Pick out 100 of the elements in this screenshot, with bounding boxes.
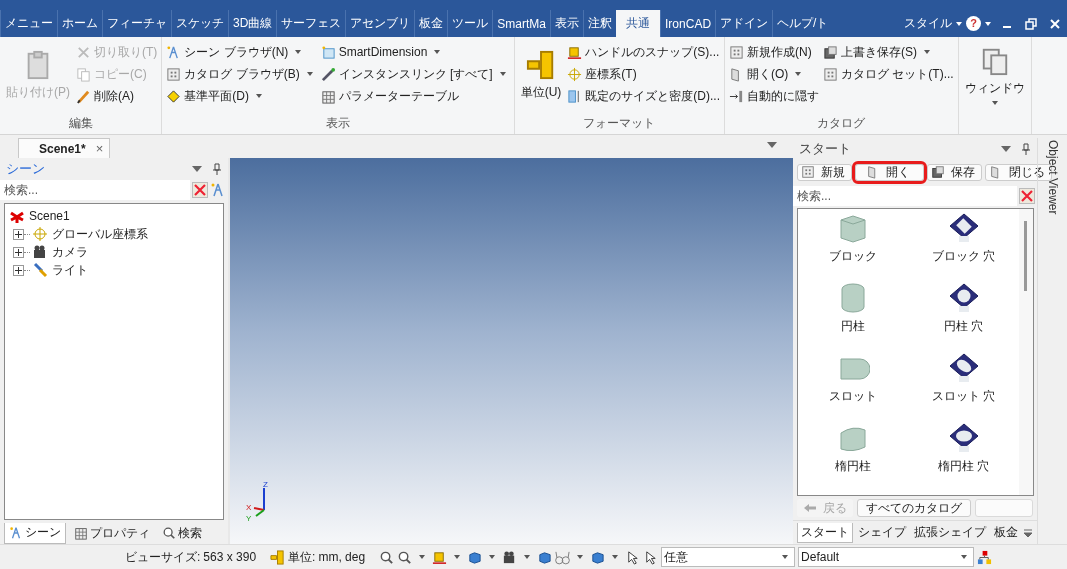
grid-icon bbox=[801, 165, 815, 179]
style-menu[interactable]: スタイル bbox=[904, 10, 952, 37]
box-icon bbox=[590, 549, 606, 565]
ribbon-button[interactable]: 自動的に隠す bbox=[729, 85, 820, 107]
pin-icon[interactable] bbox=[212, 163, 222, 175]
box-icon bbox=[467, 549, 483, 565]
ribbon-button[interactable]: 削除(A) bbox=[76, 85, 158, 107]
catalog-tab[interactable]: スタート bbox=[797, 522, 853, 543]
tree-item[interactable]: Scene1 bbox=[29, 209, 70, 223]
ribbon-button[interactable]: SmartDimension bbox=[320, 41, 510, 63]
disk-icon bbox=[823, 44, 839, 60]
panel-tab[interactable]: 検索 bbox=[158, 523, 206, 543]
catalog-tab[interactable]: 拡張シェイプ bbox=[911, 522, 989, 543]
ribbon-button[interactable]: 開く(O) bbox=[729, 63, 820, 85]
ribbon-tab[interactable]: 共通 bbox=[616, 10, 661, 37]
glasses-icon bbox=[555, 549, 571, 565]
tree-item[interactable]: グローバル座標系 bbox=[52, 225, 148, 243]
axis-triad-drawing: Z X Y bbox=[244, 480, 276, 522]
expand-icon[interactable] bbox=[13, 228, 24, 240]
expand-icon[interactable] bbox=[13, 264, 24, 276]
back-arrow-icon bbox=[803, 503, 817, 513]
camera-icon bbox=[32, 244, 48, 260]
clear-icon[interactable] bbox=[192, 182, 208, 198]
all-catalogs-button[interactable]: すべてのカタログ bbox=[857, 499, 971, 517]
pencil-icon bbox=[76, 88, 91, 104]
copy-icon bbox=[76, 66, 91, 82]
style-dropdown[interactable]: Default bbox=[798, 547, 975, 567]
document-tab[interactable]: Scene1* × bbox=[18, 138, 111, 158]
dropdown-icon[interactable] bbox=[767, 142, 777, 148]
magnifier-icon bbox=[379, 549, 395, 565]
ribbon-button[interactable]: 基準平面(D) bbox=[166, 85, 317, 107]
ribbon-button[interactable]: パラメーターテーブル bbox=[320, 85, 510, 107]
tab-label: Scene1* bbox=[39, 141, 86, 156]
caret-icon bbox=[306, 72, 313, 76]
units-value: mm, deg bbox=[318, 550, 366, 564]
caret-icon bbox=[956, 21, 962, 26]
tree-item[interactable]: ライト bbox=[52, 261, 88, 279]
overflow-icon[interactable] bbox=[1023, 527, 1033, 538]
catalog-item[interactable]: スロット 穴 bbox=[908, 351, 1019, 421]
catalog-item[interactable]: スロット bbox=[798, 351, 909, 421]
dimension-icon bbox=[320, 44, 336, 60]
panel-tab[interactable]: シーン bbox=[4, 522, 66, 544]
panel-tab[interactable]: プロパティ bbox=[70, 523, 154, 543]
ribbon-button[interactable]: ウィンドウ bbox=[962, 41, 1027, 109]
group-title: カタログ bbox=[816, 115, 867, 132]
catalog-item[interactable]: 楕円柱 穴 bbox=[908, 421, 1019, 491]
group-title: 表示 bbox=[325, 115, 351, 132]
scrollbar[interactable] bbox=[1019, 209, 1033, 495]
pointer-icon bbox=[643, 549, 659, 565]
ribbon-button[interactable]: 既定のサイズと密度(D)... bbox=[567, 85, 721, 107]
caret-icon bbox=[612, 555, 619, 559]
ribbon-button[interactable]: 座標系(T) bbox=[567, 63, 721, 85]
ribbon-button[interactable]: 単位(U) bbox=[518, 41, 564, 109]
group-title: フォーマット bbox=[582, 115, 657, 132]
ribbon-button[interactable]: 上書き保存(S) bbox=[823, 41, 954, 63]
dropdown-icon[interactable] bbox=[192, 166, 202, 172]
catalog-tab[interactable]: 板金 bbox=[991, 522, 1021, 543]
ribbon-button[interactable]: シーン ブラウザ(N) bbox=[166, 41, 317, 63]
magnifier-icon bbox=[397, 549, 413, 565]
table-icon bbox=[320, 88, 336, 104]
caret-icon bbox=[961, 555, 968, 559]
search-field[interactable]: 検索... bbox=[793, 186, 1017, 206]
catalog-item[interactable]: 円柱 穴 bbox=[908, 281, 1019, 351]
mode-dropdown[interactable]: 任意 bbox=[661, 547, 796, 567]
ribbon-button[interactable]: ハンドルのスナップ(S)... bbox=[567, 41, 721, 63]
axes-icon bbox=[567, 66, 583, 82]
empty-slot bbox=[975, 499, 1033, 517]
ribbon-button[interactable]: カタログ セット(T)... bbox=[823, 63, 954, 85]
magnifier-icon bbox=[162, 526, 176, 540]
ribbon-button[interactable]: 新規作成(N) bbox=[729, 41, 820, 63]
catalog-item[interactable]: ブロック 穴 bbox=[908, 211, 1019, 281]
catalog-button[interactable]: 保存 bbox=[927, 163, 982, 181]
search-field[interactable]: 検索... bbox=[0, 180, 190, 200]
pin-icon[interactable] bbox=[1021, 143, 1031, 155]
caret-icon bbox=[434, 50, 441, 54]
ribbon-button[interactable]: インスタンスリンク [すべて] bbox=[320, 63, 510, 85]
catalog-tab[interactable]: シェイプ bbox=[855, 522, 909, 543]
axes-icon bbox=[32, 226, 48, 242]
caret-icon bbox=[454, 555, 461, 559]
catalog-button[interactable]: 新規 bbox=[797, 163, 852, 181]
close-icon[interactable] bbox=[1049, 17, 1061, 30]
clear-icon[interactable] bbox=[1019, 188, 1035, 204]
expand-icon[interactable] bbox=[13, 246, 24, 258]
catalog-item[interactable]: 楕円柱 bbox=[798, 421, 909, 491]
grid-icon bbox=[166, 66, 182, 82]
dropdown-icon[interactable] bbox=[1001, 146, 1011, 152]
close-button[interactable]: × bbox=[95, 141, 104, 156]
catalog-button[interactable]: 開く bbox=[855, 163, 924, 181]
restore-icon[interactable] bbox=[1025, 17, 1037, 30]
hierarchy-icon bbox=[977, 549, 993, 565]
tree-item[interactable]: カメラ bbox=[52, 243, 88, 261]
ruler-icon bbox=[270, 549, 286, 565]
catalog-item[interactable]: ブロック bbox=[798, 211, 909, 281]
panel-title: シーン bbox=[6, 160, 45, 178]
group-title: 編集 bbox=[67, 115, 94, 132]
catalog-item[interactable]: 円柱 bbox=[798, 281, 909, 351]
help-button[interactable]: ? bbox=[966, 16, 981, 31]
3d-viewport[interactable]: Z X Y bbox=[230, 158, 793, 544]
caret-icon bbox=[924, 50, 931, 54]
ribbon-button[interactable]: カタログ ブラウザ(B) bbox=[166, 63, 317, 85]
